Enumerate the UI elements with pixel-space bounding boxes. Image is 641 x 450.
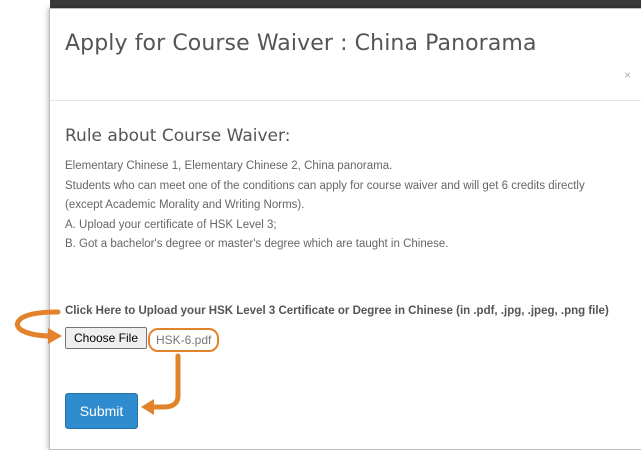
modal-header: Apply for Course Waiver : China Panorama… (50, 9, 641, 101)
rule-line: B. Got a bachelor's degree or master's d… (65, 238, 449, 250)
rule-text: Elementary Chinese 1, Elementary Chinese… (65, 157, 641, 255)
submit-button[interactable]: Submit (65, 393, 138, 429)
rule-line: (except Academic Morality and Writing No… (65, 199, 305, 211)
course-waiver-modal: Apply for Course Waiver : China Panorama… (49, 8, 641, 450)
modal-title: Apply for Course Waiver : China Panorama (65, 31, 537, 56)
page-backdrop-strip (0, 0, 641, 8)
rule-heading: Rule about Course Waiver: (65, 126, 291, 146)
rule-line: Elementary Chinese 1, Elementary Chinese… (65, 160, 393, 172)
rule-line: Students who can meet one of the conditi… (65, 179, 585, 192)
rule-line: A. Upload your certificate of HSK Level … (65, 218, 277, 231)
upload-label[interactable]: Click Here to Upload your HSK Level 3 Ce… (65, 305, 609, 317)
close-icon[interactable]: × (624, 68, 631, 82)
page-backdrop-left (0, 0, 50, 444)
selected-file-name: HSK-6.pdf (148, 328, 220, 352)
choose-file-button[interactable]: Choose File (65, 327, 147, 349)
